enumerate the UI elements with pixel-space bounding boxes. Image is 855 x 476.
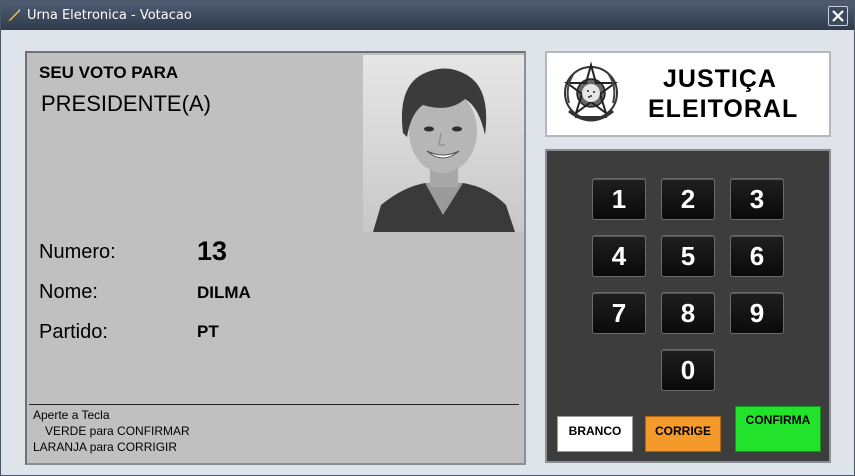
keypad: 1 2 3 4 5 6 7 8 9 0 BRANCO CORRIGE CONFI… — [545, 149, 831, 463]
instruction-line: LARANJA para CORRIGIR — [33, 440, 178, 454]
coat-of-arms-icon — [563, 61, 619, 122]
key-3[interactable]: 3 — [730, 178, 784, 220]
name-value: DILMA — [197, 283, 251, 302]
key-4[interactable]: 4 — [592, 235, 646, 277]
logo-text-line1: JUSTIÇA — [663, 65, 777, 93]
instruction-line: VERDE para CONFIRMAR — [45, 424, 190, 438]
voting-machine-window: Urna Eletronica - Votacao SEU VOTO PARA … — [0, 0, 855, 476]
name-label: Nome: — [39, 281, 98, 303]
number-value: 13 — [197, 236, 228, 266]
ballot-display: SEU VOTO PARA PRESIDENTE(A) Numero: 13 N… — [25, 51, 526, 465]
ballot-heading: SEU VOTO PARA — [39, 63, 179, 82]
logo-text-line2: ELEITORAL — [648, 95, 799, 123]
blank-vote-button[interactable]: BRANCO — [557, 416, 633, 452]
key-0[interactable]: 0 — [661, 349, 715, 391]
instructions-divider — [29, 404, 519, 405]
candidate-photo — [363, 55, 524, 232]
window-title: Urna Eletronica - Votacao — [27, 8, 192, 23]
key-2[interactable]: 2 — [661, 178, 715, 220]
number-label: Numero: — [39, 241, 116, 263]
party-label: Partido: — [39, 321, 108, 343]
close-button[interactable] — [828, 6, 848, 26]
key-5[interactable]: 5 — [661, 235, 715, 277]
key-9[interactable]: 9 — [730, 292, 784, 334]
confirm-button[interactable]: CONFIRMA — [735, 406, 821, 452]
key-6[interactable]: 6 — [730, 235, 784, 277]
office-title: PRESIDENTE(A) — [41, 91, 211, 116]
title-bar[interactable]: Urna Eletronica - Votacao — [1, 1, 854, 30]
key-8[interactable]: 8 — [661, 292, 715, 334]
party-value: PT — [197, 322, 219, 341]
app-icon — [8, 9, 20, 21]
key-7[interactable]: 7 — [592, 292, 646, 334]
electoral-justice-logo: JUSTIÇA ELEITORAL — [545, 51, 831, 137]
correct-button[interactable]: CORRIGE — [645, 416, 721, 452]
key-1[interactable]: 1 — [592, 178, 646, 220]
close-icon — [832, 10, 844, 22]
instruction-line: Aperte a Tecla — [33, 408, 110, 422]
